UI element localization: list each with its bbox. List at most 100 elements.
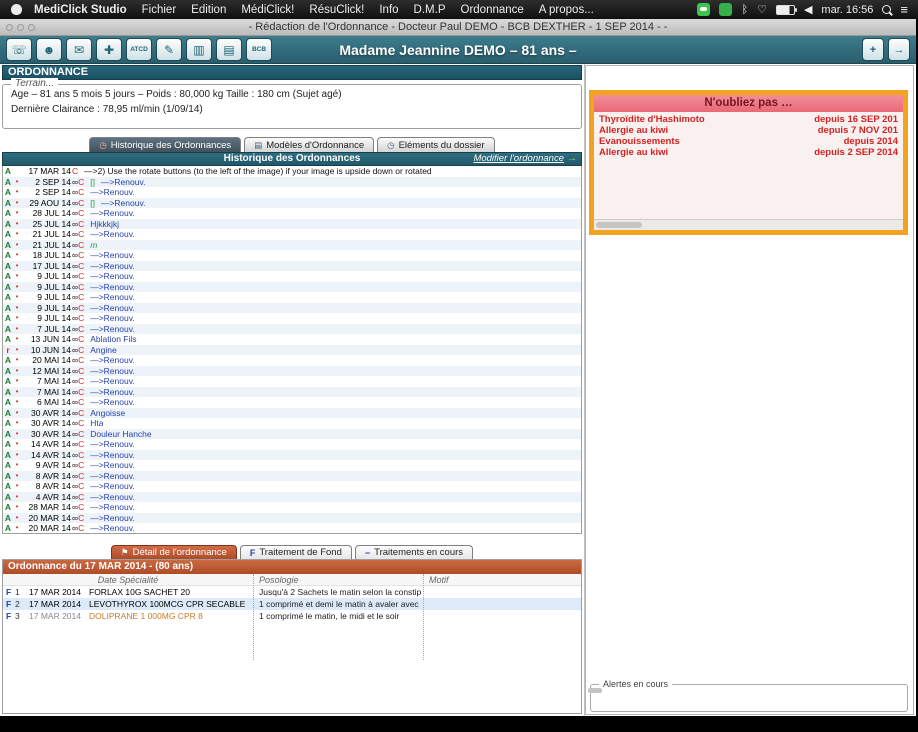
row-type-letter: A — [3, 261, 13, 272]
history-row[interactable]: r • 10 JUN 14 ∞ C Angine — [3, 345, 581, 356]
history-row[interactable]: A • 30 AVR 14 ∞ C Hta — [3, 418, 581, 429]
menu-item[interactable]: MédiClick! — [241, 4, 294, 16]
row-text: —>Renouv. — [90, 208, 135, 219]
reminder-item[interactable]: Allergie au kiwi depuis 7 NOV 201 — [594, 125, 903, 136]
bcb-icon[interactable]: BCB — [246, 38, 272, 61]
reminder-item[interactable]: Thyroïdite d'Hashimoto depuis 16 SEP 201 — [594, 114, 903, 125]
history-row[interactable]: A • 20 MAR 14 ∞ C —>Renouv. — [3, 513, 581, 524]
clock[interactable]: mar. 16:56 — [821, 4, 873, 16]
notification-center-icon[interactable]: ≡ — [900, 2, 908, 17]
menu-item[interactable]: Edition — [191, 4, 226, 16]
volume-icon[interactable]: ◀ — [804, 3, 812, 16]
history-row[interactable]: A • 29 AOU 14 ∞ C [] —>Renouv. — [3, 198, 581, 209]
row-text: —>Renouv. — [90, 282, 135, 293]
menu-item[interactable]: A propos... — [539, 4, 594, 16]
apple-menu-icon[interactable] — [11, 4, 22, 15]
history-row[interactable]: A • 21 JUL 14 ∞ C —>Renouv. — [3, 229, 581, 240]
emergency-icon[interactable]: ✚ — [96, 38, 122, 61]
menu-item[interactable]: Info — [379, 4, 398, 16]
menu-item[interactable]: Fichier — [142, 4, 177, 16]
reminders-title: N'oubliez pas … — [594, 95, 903, 112]
row-text: —>Renouv. — [90, 313, 135, 324]
history-row[interactable]: A • 14 AVR 14 ∞ C —>Renouv. — [3, 450, 581, 461]
app-menu[interactable]: MediClick Studio — [34, 4, 127, 16]
contacts-icon[interactable]: ☏ — [6, 38, 32, 61]
menu-item[interactable]: Ordonnance — [461, 4, 524, 16]
history-row[interactable]: A • 30 AVR 14 ∞ C Angoisse — [3, 408, 581, 419]
tab[interactable]: − Traitements en cours — [355, 545, 473, 559]
tab[interactable]: ◷ Historique des Ordonnances — [89, 137, 241, 152]
messages-icon[interactable] — [697, 3, 710, 16]
row-type-letter: A — [3, 208, 13, 219]
scroll-thumb[interactable] — [596, 222, 642, 228]
history-row[interactable]: A • 14 AVR 14 ∞ C —>Renouv. — [3, 439, 581, 450]
modify-ordonnance-link[interactable]: Modifier l'ordonnance — [473, 153, 564, 165]
history-row[interactable]: A • 9 JUL 14 ∞ C —>Renouv. — [3, 292, 581, 303]
menu-item[interactable]: RésuClick! — [309, 4, 364, 16]
row-text: —>Renouv. — [90, 271, 135, 282]
tab[interactable]: F Traitement de Fond — [240, 545, 352, 559]
history-row[interactable]: A • 7 MAI 14 ∞ C —>Renouv. — [3, 387, 581, 398]
battery-icon[interactable] — [776, 5, 795, 15]
minimize-button[interactable] — [17, 24, 24, 31]
history-row[interactable]: A • 21 JUL 14 ∞ C m — [3, 240, 581, 251]
title-bar[interactable]: - Rédaction de l'Ordonnance - Docteur Pa… — [0, 19, 916, 36]
reminders-scrollbar[interactable] — [594, 219, 903, 230]
row-note: [] — [90, 177, 95, 188]
prescription-icon[interactable]: ✎ — [156, 38, 182, 61]
history-row[interactable]: A • 7 MAI 14 ∞ C —>Renouv. — [3, 376, 581, 387]
tab[interactable]: ▤ Modèles d'Ordonnance — [244, 137, 374, 152]
zoom-button[interactable] — [28, 24, 35, 31]
row-dot: • — [13, 513, 21, 524]
tab[interactable]: ⚑ Détail de l'ordonnance — [111, 545, 237, 559]
history-row[interactable]: A • 9 AVR 14 ∞ C —>Renouv. — [3, 460, 581, 471]
history-row[interactable]: A • 25 JUL 14 ∞ C Hjkkkjkj — [3, 219, 581, 230]
directory-icon[interactable]: ▤ — [216, 38, 242, 61]
bluetooth-icon[interactable]: ᛒ — [741, 4, 748, 16]
mini-scroll-thumb[interactable] — [588, 688, 602, 693]
menu-item[interactable]: D.M.P — [414, 4, 446, 16]
tab[interactable]: ◷ Eléments du dossier — [377, 137, 495, 152]
new-ordonnance-icon[interactable]: + — [862, 38, 884, 61]
history-row[interactable]: A • 2 SEP 14 ∞ C —>Renouv. — [3, 187, 581, 198]
history-row[interactable]: A • 20 MAR 14 ∞ C —>Renouv. — [3, 523, 581, 534]
history-row[interactable]: A • 9 JUL 14 ∞ C —>Renouv. — [3, 271, 581, 282]
history-row[interactable]: A • 6 MAI 14 ∞ C —>Renouv. — [3, 397, 581, 408]
close-button[interactable] — [6, 24, 13, 31]
mail-icon[interactable]: ✉ — [66, 38, 92, 61]
history-row[interactable]: A • 4 AVR 14 ∞ C —>Renouv. — [3, 492, 581, 503]
spotlight-icon[interactable] — [882, 5, 891, 14]
row-c-flag: C — [78, 303, 84, 314]
column-separator — [423, 574, 424, 660]
history-row[interactable]: A 17 MAR 14 C —>2) Use the rotate button… — [3, 166, 581, 177]
exit-ordonnance-icon[interactable]: → — [888, 38, 910, 61]
history-row[interactable]: A • 20 MAI 14 ∞ C —>Renouv. — [3, 355, 581, 366]
history-row[interactable]: A • 8 AVR 14 ∞ C —>Renouv. — [3, 481, 581, 492]
heart-icon[interactable]: ♡ — [757, 3, 767, 16]
screen-sharing-icon[interactable] — [719, 3, 732, 16]
row-c-flag: C — [78, 418, 84, 429]
history-row[interactable]: A • 28 MAR 14 ∞ C —>Renouv. — [3, 502, 581, 513]
history-row[interactable]: A • 28 JUL 14 ∞ C —>Renouv. — [3, 208, 581, 219]
patient-icon[interactable]: ☻ — [36, 38, 62, 61]
atcd-icon[interactable]: ATCD — [126, 38, 152, 61]
history-row[interactable]: A • 9 JUL 14 ∞ C —>Renouv. — [3, 282, 581, 293]
prescription-row[interactable]: F 2 17 MAR 2014 LEVOTHYROX 100MCG CPR SE… — [3, 598, 581, 610]
reminder-item[interactable]: Evanouissements depuis 2014 — [594, 136, 903, 147]
prescription-row[interactable]: F 1 17 MAR 2014 FORLAX 10G SACHET 20 Jus… — [3, 586, 581, 598]
reminder-item[interactable]: Allergie au kiwi depuis 2 SEP 2014 — [594, 147, 903, 158]
history-row[interactable]: A • 2 SEP 14 ∞ C [] —>Renouv. — [3, 177, 581, 188]
send-document-icon[interactable]: ▥ — [186, 38, 212, 61]
history-row[interactable]: A • 9 JUL 14 ∞ C —>Renouv. — [3, 313, 581, 324]
prescription-row[interactable]: F 3 17 MAR 2014 DOLIPRANE 1 000MG CPR 8 … — [3, 610, 581, 622]
history-row[interactable]: A • 12 MAI 14 ∞ C —>Renouv. — [3, 366, 581, 377]
modify-arrow-icon[interactable]: → — [567, 153, 577, 165]
row-text: —>Renouv. — [90, 502, 135, 513]
history-row[interactable]: A • 9 JUL 14 ∞ C —>Renouv. — [3, 303, 581, 314]
history-row[interactable]: A • 18 JUL 14 ∞ C —>Renouv. — [3, 250, 581, 261]
history-row[interactable]: A • 8 AVR 14 ∞ C —>Renouv. — [3, 471, 581, 482]
history-row[interactable]: A • 7 JUL 14 ∞ C —>Renouv. — [3, 324, 581, 335]
history-row[interactable]: A • 13 JUN 14 ∞ C Ablation Fils — [3, 334, 581, 345]
history-row[interactable]: A • 30 AVR 14 ∞ C Douleur Hanche — [3, 429, 581, 440]
history-row[interactable]: A • 17 JUL 14 ∞ C —>Renouv. — [3, 261, 581, 272]
